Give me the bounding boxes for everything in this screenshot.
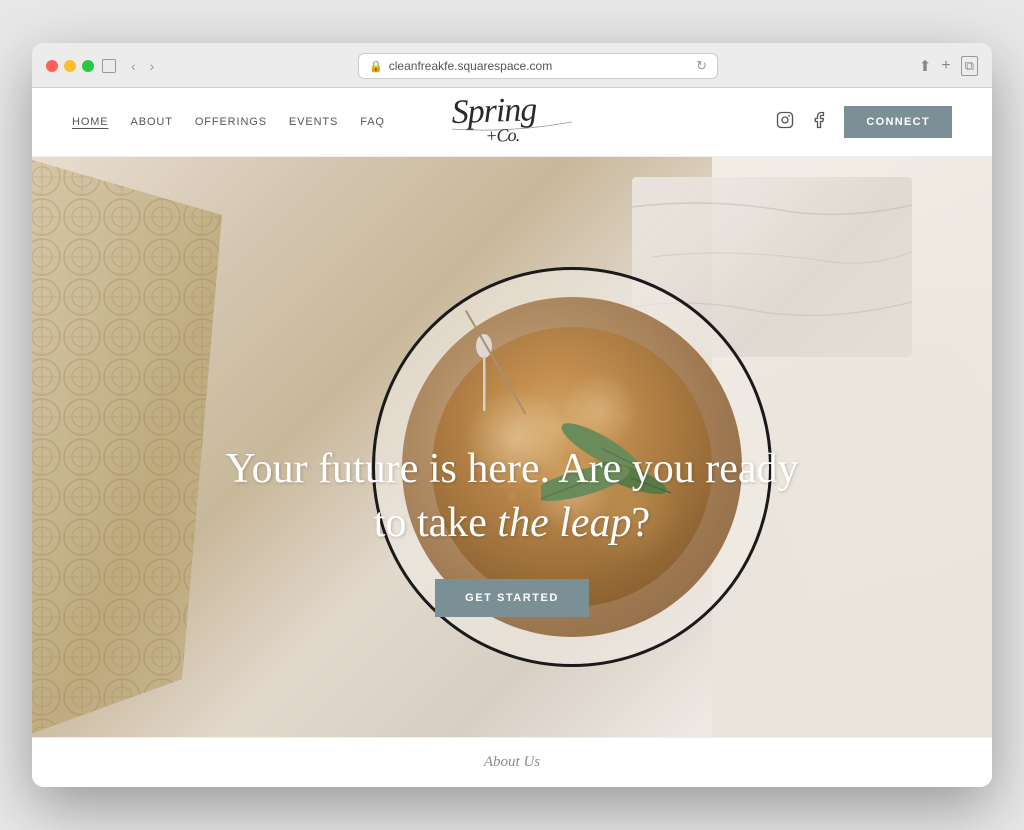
logo-svg: Spring +Co. — [446, 76, 579, 160]
website-content: HOME ABOUT OFFERINGS EVENTS FAQ Spring +… — [32, 88, 992, 787]
nav-faq[interactable]: FAQ — [360, 116, 385, 128]
address-bar[interactable]: 🔒 cleanfreakfe.squarespace.com ↻ — [358, 53, 718, 79]
hero-content: Your future is here. Are you ready to ta… — [32, 442, 992, 617]
nav-right: CONNeCT — [776, 106, 952, 138]
main-nav: HOME ABOUT OFFERINGS EVENTS FAQ — [72, 116, 385, 128]
url-text: cleanfreakfe.squarespace.com — [389, 59, 552, 73]
share-icon[interactable]: ⬆ — [919, 57, 932, 75]
window-icon — [102, 59, 116, 73]
site-header: HOME ABOUT OFFERINGS EVENTS FAQ Spring +… — [32, 88, 992, 157]
instagram-icon[interactable] — [776, 111, 794, 134]
nav-home[interactable]: HOME — [72, 116, 109, 128]
facebook-icon[interactable] — [810, 111, 828, 134]
hero-title: Your future is here. Are you ready to ta… — [32, 442, 992, 551]
nav-events[interactable]: EVENTS — [289, 116, 338, 128]
back-button[interactable]: ‹ — [128, 56, 139, 76]
about-teaser: About Us — [32, 737, 992, 787]
lock-icon: 🔒 — [369, 60, 383, 73]
close-button[interactable] — [46, 60, 58, 72]
fullscreen-button[interactable] — [82, 60, 94, 72]
nav-offerings[interactable]: OFFERINGS — [195, 116, 267, 128]
nav-about[interactable]: ABOUT — [131, 116, 173, 128]
hero-section: Your future is here. Are you ready to ta… — [32, 157, 992, 737]
tabs-icon[interactable]: ⧉ — [961, 56, 978, 76]
reload-icon[interactable]: ↻ — [696, 58, 707, 74]
site-logo[interactable]: Spring +Co. — [447, 79, 577, 166]
browser-window: ‹ › 🔒 cleanfreakfe.squarespace.com ↻ ⬆ +… — [32, 43, 992, 787]
get-started-button[interactable]: GET STARTED — [435, 579, 589, 617]
traffic-lights — [46, 60, 94, 72]
new-tab-icon[interactable]: + — [941, 57, 950, 75]
forward-button[interactable]: › — [147, 56, 158, 76]
about-teaser-text: About Us — [484, 754, 540, 770]
svg-text:+Co.: +Co. — [485, 124, 519, 145]
logo-text: Spring +Co. — [446, 76, 579, 167]
minimize-button[interactable] — [64, 60, 76, 72]
connect-button[interactable]: CONNeCT — [844, 106, 952, 138]
browser-actions: ⬆ + ⧉ — [919, 56, 978, 76]
svg-text:Spring: Spring — [451, 91, 537, 131]
